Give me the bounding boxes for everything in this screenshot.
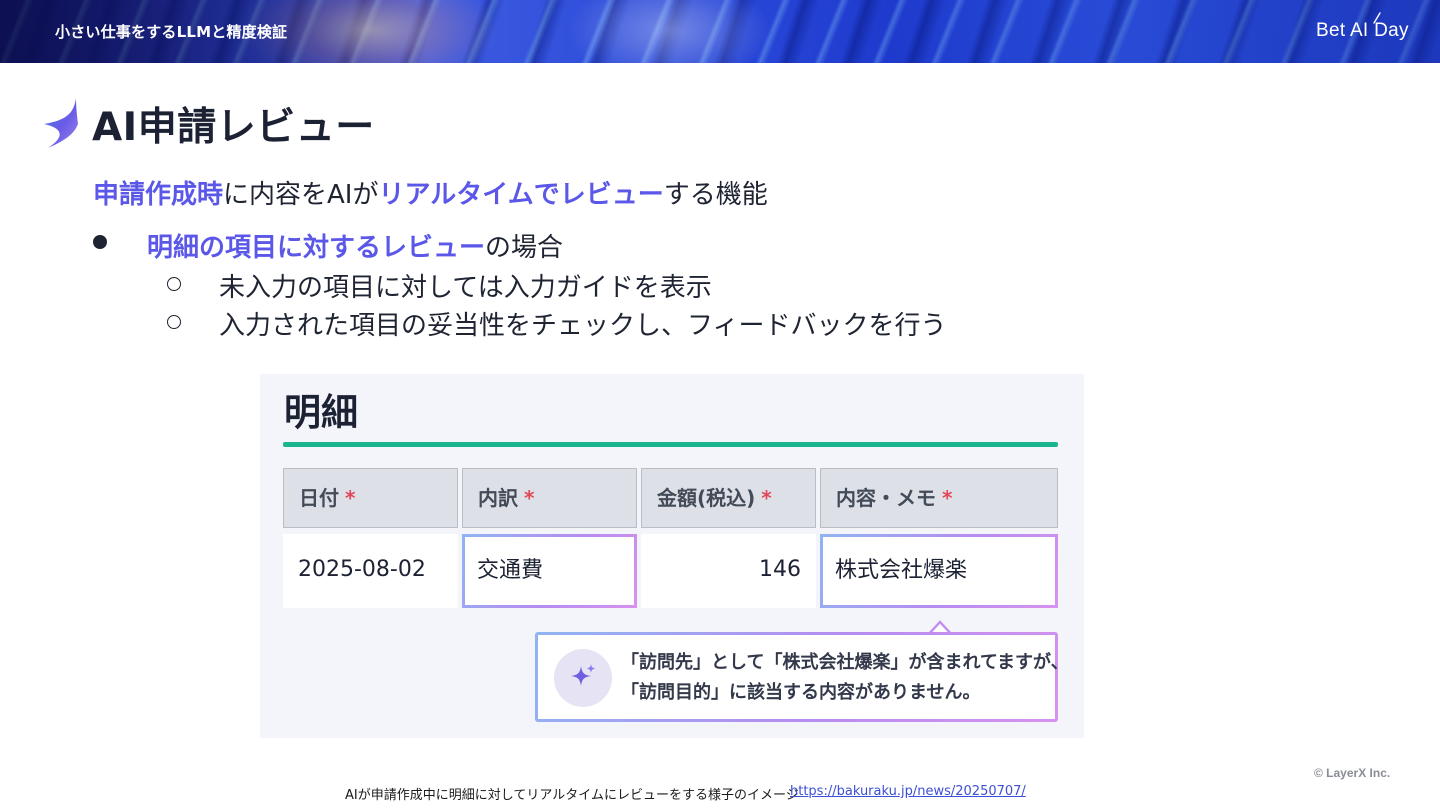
required-mark: * <box>942 486 953 510</box>
copyright: © LayerX Inc. <box>1314 766 1391 780</box>
feedback-line: 「訪問目的」に該当する内容がありません。 <box>621 682 981 703</box>
required-mark: * <box>524 486 535 510</box>
column-header-date: 日付 * <box>283 468 458 528</box>
lead-emphasis-2: リアルタイムでレビュー <box>378 180 664 210</box>
category-field[interactable]: 交通費 <box>462 534 637 608</box>
source-link[interactable]: https://bakuraku.jp/news/20250707/ <box>790 784 1026 799</box>
sparkle-icon <box>571 664 596 686</box>
column-header-category: 内訳 * <box>462 468 637 528</box>
sub-item-text: 未入力の項目に対しては入力ガイドを表示 <box>219 273 712 303</box>
memo-field[interactable]: 株式会社爆楽 <box>820 534 1058 608</box>
logo-spark-icon <box>1373 12 1381 24</box>
banner-glow-secondary <box>560 0 780 63</box>
sub-bullet-circle <box>167 315 181 329</box>
lead-text: 申請作成時に内容をAIがリアルタイムでレビューする機能 <box>93 174 768 211</box>
required-mark: * <box>345 486 356 510</box>
title-star-icon <box>44 98 78 148</box>
lead-emphasis-1: 申請作成時 <box>93 180 224 210</box>
bullet-emphasis: 明細の項目に対するレビュー <box>147 233 486 263</box>
details-heading: 明細 <box>284 391 358 434</box>
heading-underline <box>283 442 1058 447</box>
feedback-line: 「訪問先」として「株式会社爆楽」が含まれてますが、 <box>621 652 1069 673</box>
column-header-amount: 金額(税込) * <box>641 468 816 528</box>
sub-item-text: 入力された項目の妥当性をチェックし、フィードバックを行う <box>219 311 947 341</box>
header-banner: 小さい仕事をするLLMと精度検証 Bet AI Day <box>0 0 1440 63</box>
date-field[interactable]: 2025-08-02 <box>283 534 458 608</box>
bullet-dot <box>93 235 107 249</box>
column-header-memo: 内容・メモ * <box>820 468 1058 528</box>
lead-text-1: に内容をAIが <box>223 180 379 210</box>
amount-field[interactable]: 146 <box>641 534 816 608</box>
ai-feedback-text: 「訪問先」として「株式会社爆楽」が含まれてますが、 「訪問目的」に該当する内容が… <box>621 648 1069 708</box>
bullet-suffix: の場合 <box>485 233 564 263</box>
ai-sparkle-icon <box>554 649 612 707</box>
required-mark: * <box>761 486 772 510</box>
deck-title: 小さい仕事をするLLMと精度検証 <box>55 23 288 41</box>
event-logo: Bet AI Day <box>1316 20 1409 41</box>
lead-text-2: する機能 <box>663 180 768 210</box>
product-screenshot: 明細 日付 * 内訳 * 金額(税込) * 内容・メモ * 2025-08-02 交通費… <box>260 374 1084 738</box>
sub-bullet-circle <box>167 277 181 291</box>
page-title: AI申請レビュー <box>92 105 375 150</box>
ai-feedback-callout: 「訪問先」として「株式会社爆楽」が含まれてますが、 「訪問目的」に該当する内容が… <box>535 632 1069 722</box>
bullet-text: 明細の項目に対するレビューの場合 <box>147 227 563 264</box>
image-caption: AIが申請作成中に明細に対してリアルタイムにレビューをする様子のイメージ <box>345 788 799 803</box>
